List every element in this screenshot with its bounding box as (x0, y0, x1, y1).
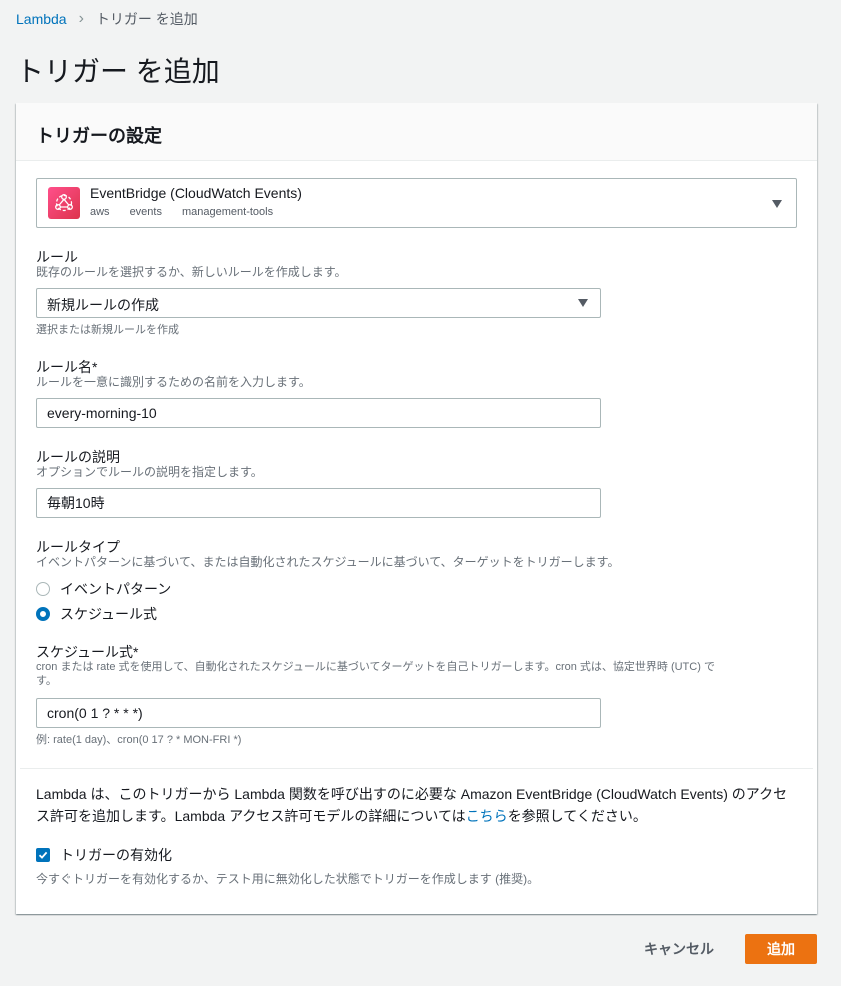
rule-name-field: ルール名* ルールを一意に識別するための名前を入力します。 (36, 359, 797, 389)
enable-trigger-label: トリガーの有効化 (60, 847, 172, 863)
radio-button-unchecked[interactable] (36, 582, 50, 596)
rule-select-value: 新規ルールの作成 (47, 297, 159, 313)
permission-model-link[interactable]: こちら (466, 808, 508, 824)
rule-field: ルール 既存のルールを選択するか、新しいルールを作成します。 (36, 249, 797, 279)
schedule-hint: 例: rate(1 day)、cron(0 17 ? * MON-FRI *) (36, 734, 242, 746)
panel-title: トリガーの設定 (36, 126, 162, 146)
schedule-field: スケジュール式* cron または rate 式を使用して、自動化されたスケジュ… (36, 644, 797, 688)
source-tag: aws (90, 206, 110, 218)
notice-line2-prefix: ス許可を追加します。Lambda アクセス許可モデルの詳細については (36, 808, 466, 824)
source-tag: management-tools (181, 206, 274, 218)
rule-type-label: ルールタイプ (36, 539, 120, 555)
enable-trigger-description: 今すぐトリガーを有効化するか、テスト用に無効化した状態でトリガーを作成します (… (36, 872, 540, 886)
rule-type-description: イベントパターンに基づいて、または自動化されたスケジュールに基づいて、ターゲット… (36, 555, 620, 569)
page-title: トリガー を追加 (16, 56, 220, 87)
radio-label: イベントパターン (60, 581, 172, 597)
rule-hint: 選択または新規ルールを作成 (36, 324, 179, 336)
chevron-right-icon: › (78, 10, 84, 27)
add-button[interactable]: 追加 (745, 934, 817, 964)
notice-line1: Lambda は、このトリガーから Lambda 関数を呼び出すのに必要な Am… (36, 786, 788, 802)
dropdown-caret-icon (772, 200, 782, 208)
trigger-source-name: EventBridge (CloudWatch Events) (90, 185, 302, 201)
schedule-expression-input[interactable] (36, 698, 601, 728)
rule-description-field: ルールの説明 オプションでルールの説明を指定します。 (36, 449, 797, 479)
notice-line2-suffix: を参照してください。 (507, 808, 647, 824)
panel-header: トリガーの設定 (16, 103, 817, 161)
eventbridge-icon (48, 187, 80, 219)
dropdown-caret-icon (578, 299, 588, 307)
rule-name-label: ルール名* (36, 359, 98, 375)
checkmark-icon (38, 851, 48, 859)
breadcrumb-current: トリガー を追加 (95, 11, 198, 27)
trigger-source-tags: aws events management-tools (90, 206, 273, 218)
rule-label: ルール (36, 249, 78, 265)
rule-name-input[interactable] (36, 398, 601, 428)
enable-trigger-checkbox-row[interactable]: トリガーの有効化 (36, 845, 172, 865)
rule-description-label: ルールの説明 (36, 449, 120, 465)
cancel-button[interactable]: キャンセル (630, 934, 728, 964)
radio-event-pattern[interactable]: イベントパターン (36, 579, 171, 599)
rule-select[interactable]: 新規ルールの作成 (36, 288, 601, 318)
radio-label: スケジュール式 (60, 606, 158, 622)
breadcrumb-lambda-link[interactable]: Lambda (16, 11, 67, 27)
radio-schedule-expression[interactable]: スケジュール式 (36, 604, 157, 624)
rule-type-field: ルールタイプ イベントパターンに基づいて、または自動化されたスケジュールに基づい… (36, 539, 797, 569)
trigger-settings-panel: トリガーの設定 EventBridge (CloudWatch Events) … (16, 103, 817, 914)
trigger-source-select[interactable]: EventBridge (CloudWatch Events) aws even… (36, 178, 797, 228)
breadcrumb: Lambda › トリガー を追加 (16, 9, 198, 29)
rule-description: 既存のルールを選択するか、新しいルールを作成します。 (36, 265, 347, 279)
divider (20, 768, 813, 769)
radio-button-checked[interactable] (36, 607, 50, 621)
rule-name-description: ルールを一意に識別するための名前を入力します。 (36, 375, 311, 389)
enable-trigger-checkbox[interactable] (36, 848, 50, 862)
schedule-description-line1: cron または rate 式を使用して、自動化されたスケジュールに基づいてター… (36, 661, 715, 673)
schedule-description-line2: す。 (36, 675, 57, 687)
rule-description-help: オプションでルールの説明を指定します。 (36, 465, 263, 479)
notice-line2: ス許可を追加します。Lambda アクセス許可モデルの詳細についてはこちらを参照… (36, 805, 796, 827)
source-tag: events (129, 206, 162, 218)
rule-description-input[interactable] (36, 488, 601, 518)
permission-notice: Lambda は、このトリガーから Lambda 関数を呼び出すのに必要な Am… (36, 783, 796, 827)
schedule-label: スケジュール式* (36, 644, 139, 660)
